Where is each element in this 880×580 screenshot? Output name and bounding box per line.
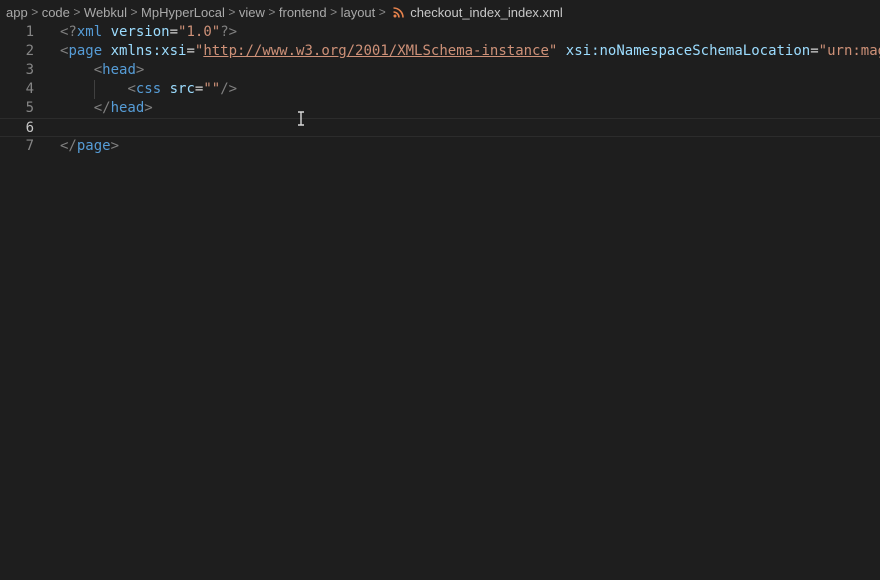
line-number: 6 bbox=[25, 120, 34, 136]
line-number: 3 bbox=[25, 62, 34, 78]
code-token: version bbox=[110, 24, 170, 40]
code-token: head bbox=[102, 62, 136, 78]
code-text: <page xmlns:xsi="http://www.w3.org/2001/… bbox=[60, 42, 880, 61]
code-token: </ bbox=[60, 138, 77, 154]
line-number: 2 bbox=[25, 43, 34, 59]
breadcrumb-item-frontend[interactable]: frontend bbox=[279, 5, 327, 20]
code-token: = bbox=[810, 43, 819, 59]
code-token: head bbox=[110, 100, 145, 116]
chevron-right-icon: > bbox=[378, 5, 386, 19]
line-number: 1 bbox=[25, 24, 34, 40]
code-token: page bbox=[68, 43, 103, 59]
code-line[interactable]: 7 </page> bbox=[0, 137, 880, 156]
code-token: = bbox=[186, 43, 195, 59]
line-number: 5 bbox=[25, 100, 34, 116]
code-token: http://www.w3.org/2001/XMLSchema-instanc… bbox=[203, 43, 549, 59]
breadcrumb-item-app[interactable]: app bbox=[6, 5, 28, 20]
code-token: <? bbox=[60, 24, 77, 40]
breadcrumb-item-mphyperlocal[interactable]: MpHyperLocal bbox=[141, 5, 225, 20]
code-token: </ bbox=[93, 100, 111, 116]
breadcrumb-file[interactable]: checkout_index_index.xml bbox=[410, 5, 562, 20]
breadcrumb-item-layout[interactable]: layout bbox=[341, 5, 376, 20]
code-token: xml bbox=[76, 24, 103, 40]
code-token: page bbox=[76, 138, 111, 154]
chevron-right-icon: > bbox=[228, 5, 236, 19]
rss-icon bbox=[393, 6, 405, 18]
code-editor[interactable]: 1 <?xml version="1.0"?> 2 <page xmlns:xsi="… bbox=[0, 22, 880, 580]
code-text: </page> bbox=[60, 137, 119, 156]
code-text: </head> bbox=[60, 99, 153, 118]
code-token: > bbox=[144, 100, 153, 116]
code-line[interactable]: 2 <page xmlns:xsi="http://www.w3.org/2001… bbox=[0, 42, 880, 61]
code-line[interactable]: 4 <css src=""/> bbox=[0, 80, 880, 99]
code-token: > bbox=[110, 138, 120, 154]
code-token: css bbox=[135, 81, 162, 97]
chevron-right-icon: > bbox=[330, 5, 338, 19]
breadcrumb-item-webkul[interactable]: Webkul bbox=[84, 5, 127, 20]
code-token: < bbox=[127, 81, 136, 97]
code-text: <css src=""/> bbox=[60, 80, 237, 99]
chevron-right-icon: > bbox=[31, 5, 39, 19]
code-token: > bbox=[135, 62, 145, 78]
code-token: "" bbox=[203, 81, 221, 97]
code-line[interactable]: 3 <head> bbox=[0, 61, 880, 80]
code-line[interactable]: 6 bbox=[0, 118, 880, 137]
code-token: "urn:mag bbox=[818, 43, 880, 59]
code-token: src bbox=[169, 81, 195, 97]
chevron-right-icon: > bbox=[130, 5, 138, 19]
breadcrumb: app > code > Webkul > MpHyperLocal > vie… bbox=[0, 0, 880, 24]
code-token: /> bbox=[220, 81, 238, 97]
code-token: ?> bbox=[220, 24, 238, 40]
code-token: xmlns:xsi bbox=[110, 43, 187, 59]
line-number: 7 bbox=[25, 138, 34, 154]
code-token: xsi:noNamespaceSchemaLocation bbox=[565, 43, 811, 59]
code-token: = bbox=[169, 24, 179, 40]
text-cursor-icon bbox=[298, 111, 304, 126]
breadcrumb-item-view[interactable]: view bbox=[239, 5, 265, 20]
code-token: < bbox=[93, 62, 103, 78]
chevron-right-icon: > bbox=[268, 5, 276, 19]
chevron-right-icon: > bbox=[73, 5, 81, 19]
code-text: <?xml version="1.0"?> bbox=[60, 23, 237, 42]
breadcrumb-item-code[interactable]: code bbox=[42, 5, 70, 20]
code-text: <head> bbox=[60, 61, 145, 80]
code-line[interactable]: 5 </head> bbox=[0, 99, 880, 118]
line-number: 4 bbox=[25, 81, 34, 97]
code-token: "1.0" bbox=[178, 24, 221, 40]
code-line[interactable]: 1 <?xml version="1.0"?> bbox=[0, 23, 880, 42]
